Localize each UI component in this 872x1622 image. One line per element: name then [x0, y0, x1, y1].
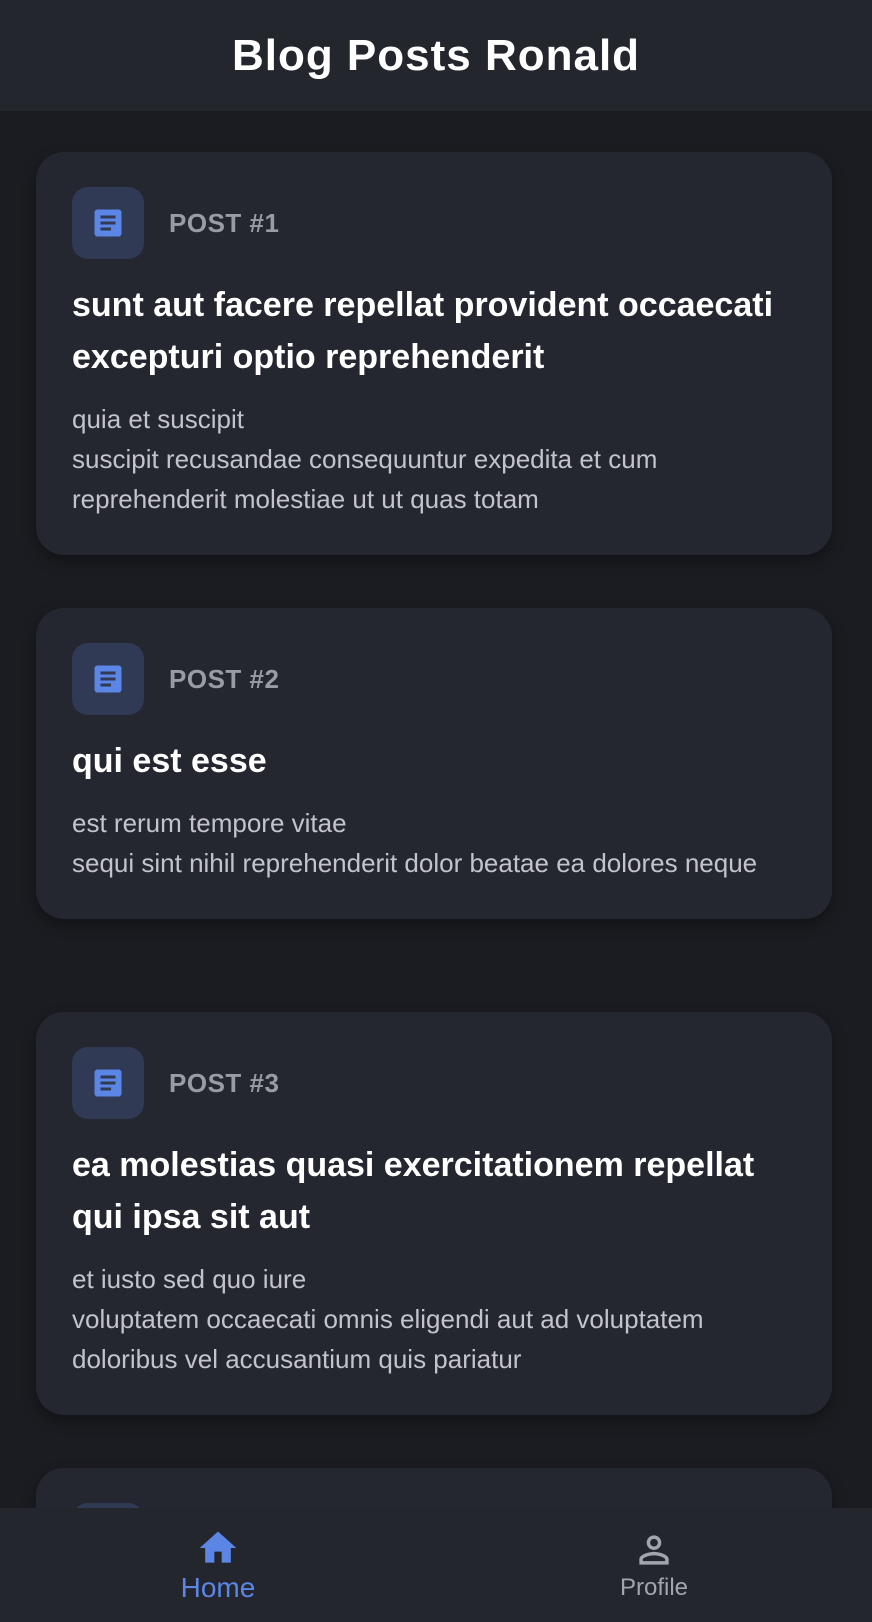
post-card[interactable]: POST #2 qui est esse est rerum tempore v… — [36, 608, 832, 919]
nav-home-label: Home — [180, 1572, 256, 1603]
article-icon — [72, 1047, 144, 1119]
post-body: quia et suscipit suscipit recusandae con… — [72, 404, 658, 514]
post-number: POST #2 — [169, 663, 280, 694]
post-card[interactable]: POST #3 ea molestias quasi exercitatione… — [36, 1012, 832, 1415]
nav-profile-label: Profile — [619, 1574, 689, 1601]
post-card[interactable] — [36, 1468, 832, 1508]
nav-home[interactable]: Home — [0, 1508, 436, 1622]
post-number: POST #1 — [169, 207, 280, 238]
post-body: est rerum tempore vitae sequi sint nihil… — [72, 808, 758, 878]
post-card-header: POST #3 — [72, 1047, 796, 1119]
app-bar: Blog Posts Ronald — [0, 0, 872, 111]
home-icon — [199, 1531, 237, 1563]
person-icon — [639, 1535, 669, 1565]
page-title: Blog Posts Ronald — [231, 30, 641, 80]
post-body: et iusto sed quo iure voluptatem occaeca… — [72, 1264, 704, 1374]
post-title: sunt aut facere repellat provident occae… — [72, 286, 774, 376]
post-card-header: POST #1 — [72, 187, 796, 259]
article-icon — [72, 187, 144, 259]
post-title: qui est esse — [72, 742, 267, 780]
bottom-navigation: Home Profile — [0, 1508, 872, 1622]
post-card[interactable]: POST #1 sunt aut facere repellat provide… — [36, 152, 832, 555]
nav-profile[interactable]: Profile — [436, 1508, 872, 1622]
post-number: POST #3 — [169, 1067, 280, 1098]
post-title: ea molestias quasi exercitationem repell… — [72, 1146, 755, 1236]
article-icon — [72, 643, 144, 715]
post-card-header: POST #2 — [72, 643, 796, 715]
post-feed[interactable]: POST #1 sunt aut facere repellat provide… — [0, 111, 872, 1508]
